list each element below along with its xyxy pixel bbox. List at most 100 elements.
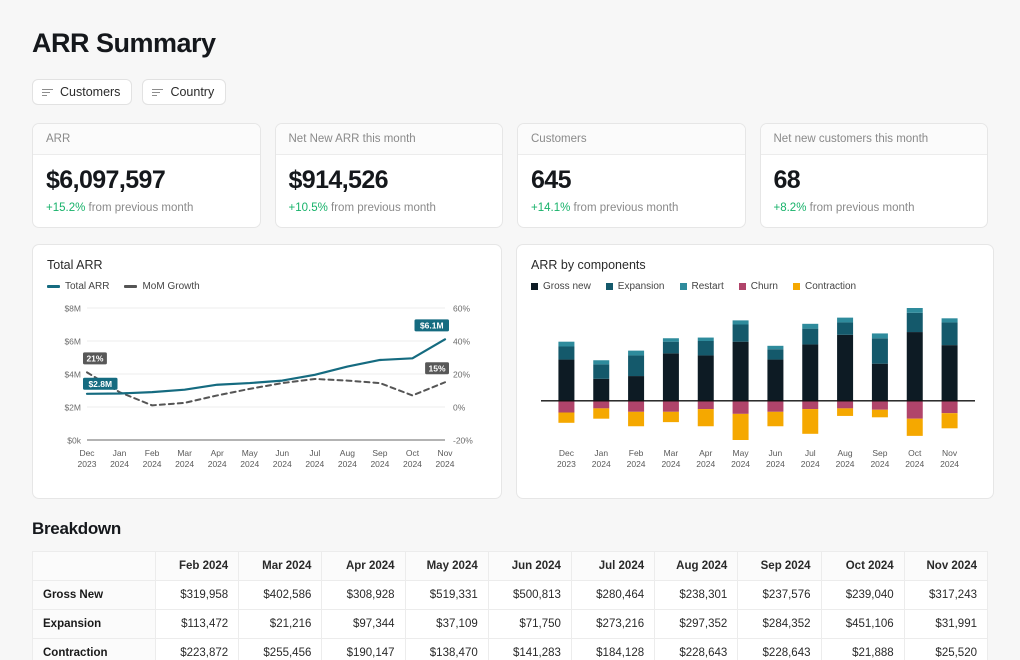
legend-swatch — [679, 283, 687, 290]
table-col-header: Apr 2024 — [321, 551, 406, 581]
kpi-value: 68 — [773, 166, 801, 194]
legend-swatch — [47, 285, 60, 288]
chart-title: Total ARR — [47, 258, 103, 272]
table-cell: $284,352 — [737, 609, 822, 639]
svg-text:2024: 2024 — [627, 459, 646, 469]
svg-text:2024: 2024 — [305, 459, 324, 469]
table-col-header: Jul 2024 — [570, 551, 656, 581]
table-cell: $21,888 — [820, 638, 905, 660]
svg-text:$2.8M: $2.8M — [88, 379, 112, 389]
kpi-label: Net New ARR this month — [275, 124, 502, 155]
svg-text:21%: 21% — [86, 353, 103, 363]
svg-text:Jul: Jul — [805, 448, 816, 458]
legend-swatch — [792, 283, 800, 290]
legend-swatch — [738, 283, 746, 290]
svg-text:Jan: Jan — [594, 448, 608, 458]
legend-item-contraction: Contraction — [792, 281, 857, 292]
table-row: Gross New $319,958 $402,586 $308,928 $519,33… — [32, 580, 989, 610]
svg-text:$4M: $4M — [64, 370, 81, 380]
table-row-label: Expansion — [32, 609, 156, 639]
table-cell: $280,464 — [570, 580, 656, 610]
table-col-header: Mar 2024 — [238, 551, 323, 581]
svg-text:2024: 2024 — [436, 459, 455, 469]
svg-text:40%: 40% — [453, 337, 470, 347]
table-row: Expansion $113,472 $21,216 $97,344 $37,109 $7… — [32, 609, 989, 639]
table-cell: $317,243 — [903, 580, 989, 610]
table-cell: $113,472 — [154, 609, 240, 639]
table-cell: $31,991 — [903, 609, 989, 639]
table-cell: $223,872 — [154, 638, 240, 660]
svg-text:May: May — [733, 448, 750, 458]
table-col-header: Oct 2024 — [820, 551, 905, 581]
kpi-delta-suffix: from previous month — [573, 202, 679, 214]
kpi-label: Customers — [518, 124, 745, 155]
breakdown-table: Feb 2024 Mar 2024 Apr 2024 May 2024 Jun 2024… — [32, 551, 989, 660]
chart-legend: Total ARR MoM Growth — [47, 281, 487, 292]
legend-label: Expansion — [617, 281, 665, 292]
table-cell: $451,106 — [820, 609, 905, 639]
table-col-header: May 2024 — [404, 551, 489, 581]
table-corner-header — [32, 551, 156, 581]
table-head: Feb 2024 Mar 2024 Apr 2024 May 2024 Jun 2024… — [32, 551, 989, 581]
svg-text:Jun: Jun — [769, 448, 783, 458]
kpi-delta-suffix: from previous month — [809, 202, 915, 214]
table-cell: $519,331 — [404, 580, 489, 610]
kpi-body: $914,526 +10.5% from previous month — [276, 155, 503, 227]
svg-text:$0k: $0k — [67, 436, 81, 446]
kpi-delta: +15.2% — [46, 202, 86, 214]
table-cell: $239,040 — [820, 580, 905, 610]
dashboard-page: ARR Summary Customers Country ARR $6,097… — [0, 0, 1020, 660]
filter-chip-customers[interactable]: Customers — [32, 79, 133, 105]
svg-text:Feb: Feb — [629, 448, 644, 458]
kpi-delta-suffix: from previous month — [331, 202, 436, 214]
table-cell: $37,109 — [404, 609, 489, 639]
kpi-delta-suffix: from previous month — [88, 202, 194, 214]
svg-text:Sep: Sep — [372, 448, 387, 458]
svg-text:Mar: Mar — [177, 448, 192, 458]
filter-icon — [152, 88, 164, 97]
svg-text:2024: 2024 — [403, 459, 422, 469]
kpi-body: 68 +8.2% from previous month — [761, 155, 988, 227]
table-col-header: Jun 2024 — [487, 551, 572, 581]
svg-text:Jul: Jul — [309, 448, 320, 458]
svg-text:2024: 2024 — [731, 459, 750, 469]
table-col-header: Aug 2024 — [654, 551, 739, 581]
arr-components-chart-card: ARR by components Gross new Expansion Re… — [516, 244, 994, 499]
table-cell: $402,586 — [238, 580, 323, 610]
svg-text:2024: 2024 — [240, 459, 259, 469]
kpi-body: 645 +14.1% from previous month — [518, 155, 745, 227]
kpi-card-net-new-arr: Net New ARR this month $914,526 +10.5% f… — [274, 123, 503, 228]
filter-icon — [42, 88, 53, 97]
svg-text:$6M: $6M — [64, 337, 81, 347]
svg-text:Nov: Nov — [437, 448, 453, 458]
filter-bar: Customers Country — [32, 79, 988, 105]
legend-label: Contraction — [804, 281, 857, 292]
svg-text:Feb: Feb — [145, 448, 160, 458]
svg-text:2024: 2024 — [592, 459, 611, 469]
svg-text:Aug: Aug — [340, 448, 355, 458]
table-cell: $141,283 — [487, 638, 572, 660]
kpi-card-arr: ARR $6,097,597 +15.2% from previous mont… — [32, 123, 261, 228]
table-cell: $190,147 — [321, 638, 406, 660]
table-cell: $237,576 — [737, 580, 822, 610]
chart-title: ARR by components — [531, 258, 646, 272]
kpi-value: 645 — [531, 166, 572, 194]
kpi-card-row: ARR $6,097,597 +15.2% from previous mont… — [32, 123, 988, 228]
legend-item-restart: Restart — [679, 281, 724, 292]
svg-text:2024: 2024 — [766, 459, 785, 469]
svg-text:2024: 2024 — [338, 459, 357, 469]
filter-chip-label: Customers — [60, 85, 121, 99]
kpi-label: ARR — [33, 124, 260, 155]
svg-text:Jan: Jan — [113, 448, 127, 458]
table-row-label: Contraction — [32, 638, 156, 660]
legend-swatch — [605, 283, 613, 290]
bar-plot-area: Dec 2023 Jan 2024 Feb 2024 Mar 2024 Apr 2024 May 20… — [531, 300, 979, 485]
kpi-value: $6,097,597 — [46, 166, 166, 194]
filter-chip-country[interactable]: Country — [142, 79, 227, 105]
svg-text:2024: 2024 — [208, 459, 227, 469]
legend-item-mom-growth: MoM Growth — [124, 281, 200, 292]
svg-text:0%: 0% — [453, 403, 466, 413]
kpi-card-customers: Customers 645 +14.1% from previous month — [517, 123, 746, 228]
kpi-delta: +14.1% — [531, 202, 571, 214]
svg-text:60%: 60% — [453, 304, 470, 314]
